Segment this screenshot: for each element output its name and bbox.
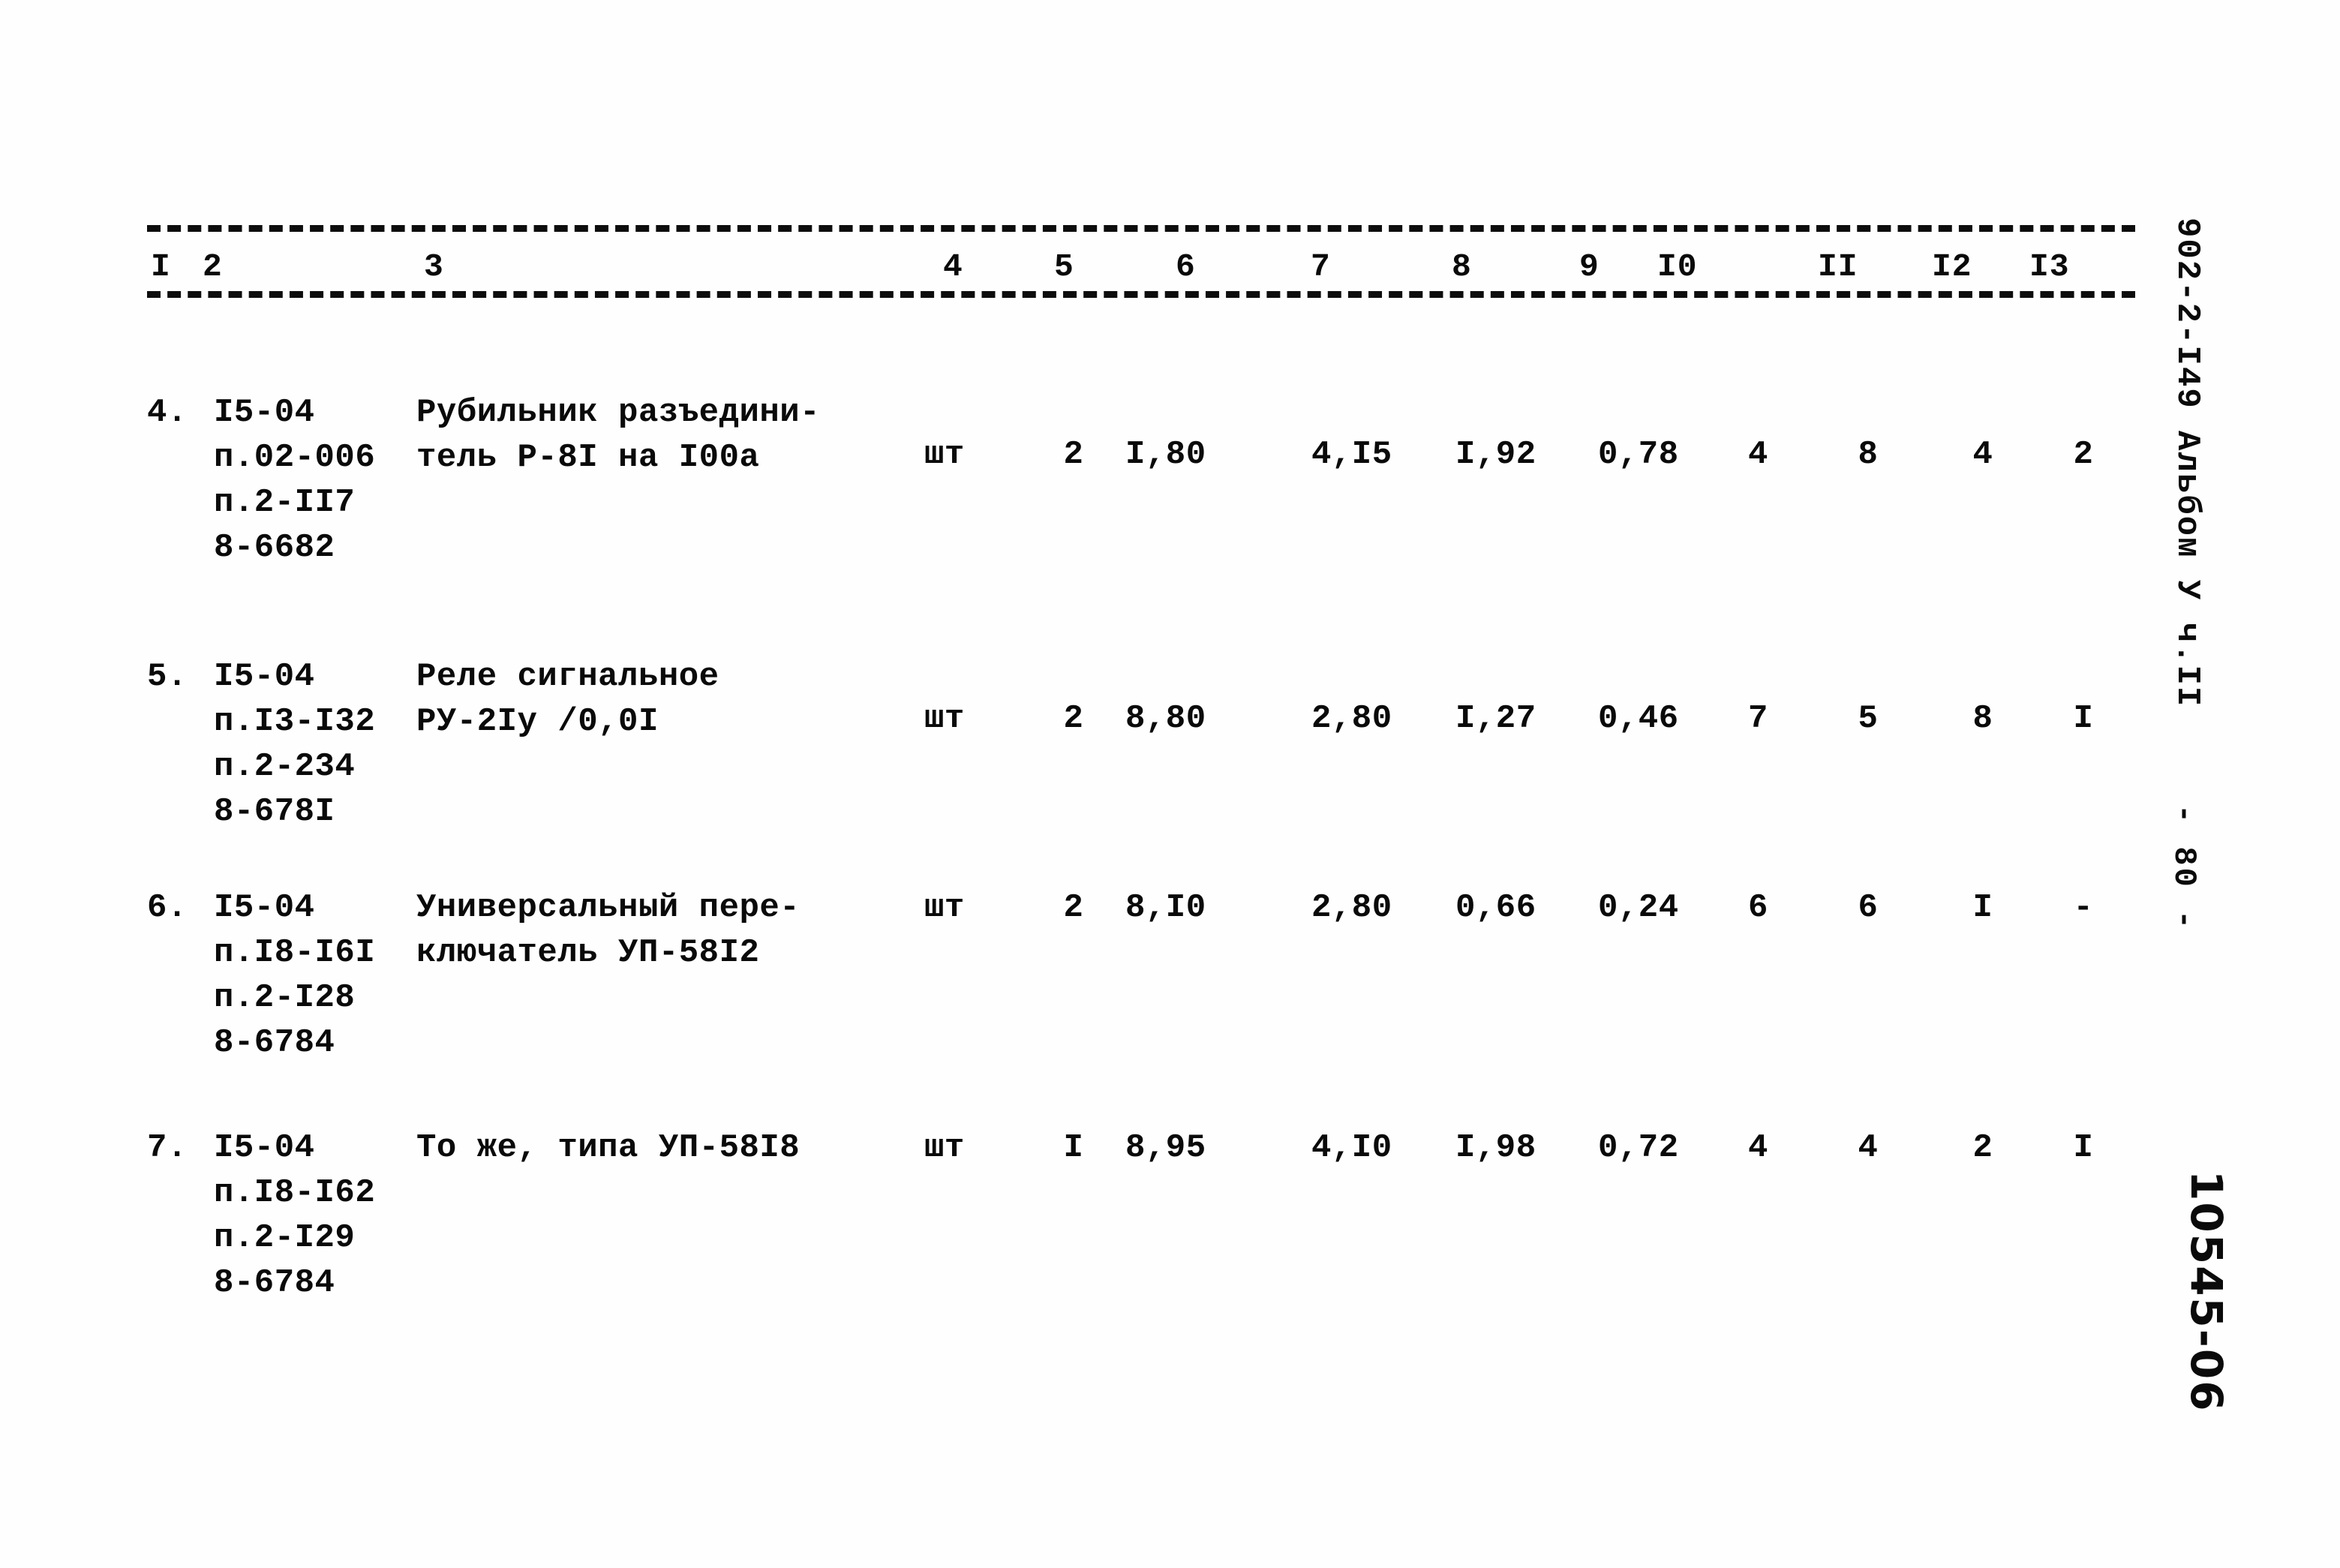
row-value-col10: 7 [1748,700,1768,737]
table-row: 5. I5-04 п.I3-I32 п.2-234 8-678I Реле си… [0,654,2138,857]
row-value-col7: 2,80 [1311,889,1392,927]
column-header-12: I2 [1928,251,1976,283]
column-header-6: 6 [1172,251,1200,283]
column-header-4: 4 [939,251,967,283]
row-value-col11: 8 [1858,436,1879,473]
row-description: То же, типа УП-58I8 [416,1129,801,1167]
row-value-col6: 8,I0 [1125,889,1206,927]
row-value-col11: 4 [1858,1129,1879,1167]
row-value-col13: I [2073,1129,2094,1167]
row-description: Реле сигнальное РУ-2Iу /0,0I [416,658,719,740]
column-header-10: I0 [1654,251,1702,283]
row-value-col8: 0,66 [1455,889,1536,927]
row-value-col7: 4,I5 [1311,436,1392,473]
row-value-col12: 4 [1972,436,1993,473]
row-unit: шт [924,1129,965,1167]
row-value-col6: 8,80 [1125,700,1206,737]
row-description: Универсальный пере- ключатель УП-58I2 [416,889,801,972]
column-header-1: I [147,251,175,283]
row-value-col8: I,92 [1455,436,1536,473]
row-index: 7. [147,1129,188,1167]
row-value-col13: I [2073,700,2094,737]
table-row: 7. I5-04 п.I8-I62 п.2-I29 8-6784 То же, … [0,1125,2138,1328]
row-description: Рубильник разъедини- тель Р-8I на I00а [416,394,821,476]
column-header-13: I3 [2026,251,2074,283]
row-value-col9: 0,24 [1598,889,1679,927]
album-reference: 902-2-I49 Альбом У ч.II [2168,218,2206,708]
row-quantity: 2 [1063,889,1084,927]
row-quantity: 2 [1063,436,1084,473]
scanned-page: I 2 3 4 5 6 7 8 9 I0 II I2 I3 4. I5-04 п… [0,0,2340,1568]
row-quantity: 2 [1063,700,1084,737]
row-value-col6: I,80 [1125,436,1206,473]
row-value-col11: 5 [1858,700,1879,737]
row-index: 4. [147,394,188,431]
page-number: - 80 - [2166,804,2202,932]
header-rule-bottom [147,291,2135,298]
table-row: 4. I5-04 п.02-006 п.2-II7 8-6682 Рубильн… [0,390,2138,593]
row-value-col10: 4 [1748,1129,1768,1167]
row-value-col10: 6 [1748,889,1768,927]
column-header-8: 8 [1448,251,1476,283]
row-unit: шт [924,700,965,737]
header-rule-top [147,225,2135,232]
column-header-7: 7 [1307,251,1335,283]
row-value-col9: 0,78 [1598,436,1679,473]
archive-stamp: 10545-06 [2181,1170,2232,1413]
column-header-2: 2 [199,251,227,283]
row-value-col8: I,98 [1455,1129,1536,1167]
row-quantity: I [1063,1129,1084,1167]
row-index: 6. [147,889,188,927]
row-value-col12: 2 [1972,1129,1993,1167]
table-row: 6. I5-04 п.I8-I6I п.2-I28 8-6784 Универс… [0,885,2138,1088]
row-value-col12: 8 [1972,700,1993,737]
row-value-col8: I,27 [1455,700,1536,737]
row-unit: шт [924,889,965,927]
row-value-col13: - [2073,889,2094,927]
row-value-col9: 0,72 [1598,1129,1679,1167]
column-header-5: 5 [1050,251,1078,283]
row-value-col10: 4 [1748,436,1768,473]
column-header-3: 3 [420,251,448,283]
row-value-col11: 6 [1858,889,1879,927]
row-value-col6: 8,95 [1125,1129,1206,1167]
row-index: 5. [147,658,188,695]
row-unit: шт [924,436,965,473]
column-header-11: II [1814,251,1862,283]
column-header-9: 9 [1576,251,1603,283]
row-value-col7: 4,I0 [1311,1129,1392,1167]
row-value-col9: 0,46 [1598,700,1679,737]
row-value-col7: 2,80 [1311,700,1392,737]
row-value-col12: I [1972,889,1993,927]
row-value-col13: 2 [2073,436,2094,473]
